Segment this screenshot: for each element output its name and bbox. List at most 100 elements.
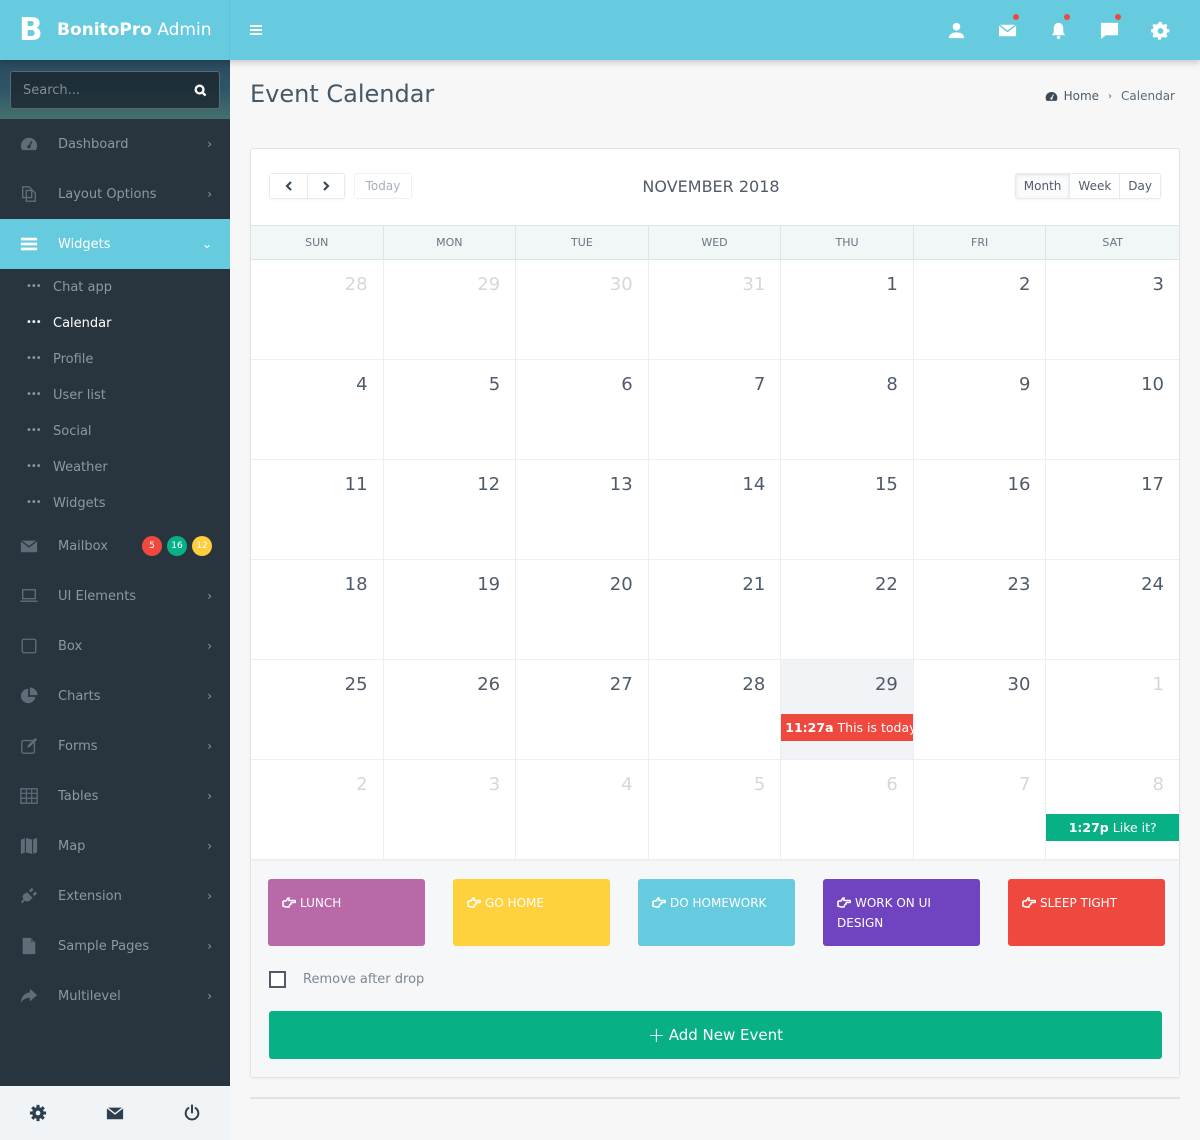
day-cell[interactable]: 5 — [648, 760, 782, 860]
sidebar-item-charts[interactable]: Charts › — [0, 671, 230, 721]
dash-bullet-icon: ••• — [26, 461, 42, 472]
sidebar-item-forms[interactable]: Forms › — [0, 721, 230, 771]
day-cell[interactable]: 1 — [781, 260, 914, 360]
notifications-button[interactable] — [1033, 0, 1084, 60]
day-cell[interactable]: 17 — [1046, 460, 1179, 560]
remove-after-drop-checkbox[interactable] — [269, 971, 286, 988]
submenu-item-calendar[interactable]: ••• Calendar — [0, 305, 230, 341]
day-cell[interactable]: 3 — [1046, 260, 1179, 360]
submenu-item-user-list[interactable]: ••• User list — [0, 377, 230, 413]
day-cell[interactable]: 28 — [648, 660, 782, 760]
day-cell-today[interactable]: 29 11:27aThis is today check date — [781, 660, 914, 760]
calendar-event[interactable]: 11:27aThis is today check date — [781, 714, 913, 741]
day-cell[interactable]: 28 — [251, 260, 384, 360]
sidebar-item-widgets[interactable]: Widgets ⌄ — [0, 219, 230, 269]
submenu-item-widgets[interactable]: ••• Widgets — [0, 485, 230, 521]
sidebar-toggle-button[interactable] — [250, 25, 262, 35]
day-cell[interactable]: 25 — [251, 660, 384, 760]
day-cell[interactable]: 26 — [383, 660, 517, 760]
calendar-event[interactable]: 1:27p Like it? — [1046, 814, 1179, 841]
day-cell[interactable]: 9 — [913, 360, 1047, 460]
day-cell[interactable]: 30 — [516, 260, 649, 360]
dashboard-icon — [1045, 91, 1057, 101]
view-month-button[interactable]: Month — [1015, 174, 1070, 198]
day-cell[interactable]: 2 — [913, 260, 1047, 360]
footer-mail-button[interactable] — [95, 1093, 135, 1133]
sidebar-item-tables[interactable]: Tables › — [0, 771, 230, 821]
power-icon — [184, 1104, 199, 1121]
messages-button[interactable] — [982, 0, 1033, 60]
submenu-item-profile[interactable]: ••• Profile — [0, 341, 230, 377]
day-cell[interactable]: 29 — [383, 260, 517, 360]
day-cell[interactable]: 13 — [516, 460, 649, 560]
draggable-event-lunch[interactable]: LUNCH — [268, 879, 425, 946]
day-cell[interactable]: 14 — [648, 460, 782, 560]
table-icon — [19, 787, 39, 805]
day-cell[interactable]: 22 — [781, 560, 914, 660]
day-cell[interactable]: 8 1:27p Like it? — [1046, 760, 1179, 860]
day-number: 25 — [344, 674, 368, 695]
day-cell[interactable]: 12 — [383, 460, 517, 560]
day-cell[interactable]: 19 — [383, 560, 517, 660]
sidebar-item-dashboard[interactable]: Dashboard › — [0, 119, 230, 169]
day-cell[interactable]: 1 — [1046, 660, 1179, 760]
submenu-item-weather[interactable]: ••• Weather — [0, 449, 230, 485]
draggable-event-go-home[interactable]: GO HOME — [453, 879, 610, 946]
draggable-event-do-homework[interactable]: DO HOMEWORK — [638, 879, 795, 946]
sidebar-item-extension[interactable]: Extension › — [0, 871, 230, 921]
sidebar-item-label: Mailbox — [58, 538, 108, 554]
day-cell[interactable]: 4 — [516, 760, 649, 860]
day-cell[interactable]: 10 — [1046, 360, 1179, 460]
day-cell[interactable]: 8 — [781, 360, 914, 460]
day-cell[interactable]: 6 — [781, 760, 914, 860]
day-cell[interactable]: 18 — [251, 560, 384, 660]
day-cell[interactable]: 11 — [251, 460, 384, 560]
day-cell[interactable]: 20 — [516, 560, 649, 660]
search-input[interactable] — [23, 82, 194, 98]
hand-pointer-icon — [837, 894, 852, 908]
day-cell[interactable]: 4 — [251, 360, 384, 460]
footer-logout-button[interactable] — [172, 1093, 212, 1133]
event-time: 1:27p — [1068, 820, 1109, 835]
day-cell[interactable]: 6 — [516, 360, 649, 460]
sidebar-item-label: Extension — [58, 888, 122, 904]
brand-logo[interactable]: B BonitoPro Admin — [0, 0, 230, 60]
sidebar-item-ui-elements[interactable]: UI Elements › — [0, 571, 230, 621]
view-week-button[interactable]: Week — [1069, 174, 1120, 198]
chat-button[interactable] — [1084, 0, 1135, 60]
sidebar-item-layout-options[interactable]: Layout Options › — [0, 169, 230, 219]
day-cell[interactable]: 23 — [913, 560, 1047, 660]
submenu-item-chat-app[interactable]: ••• Chat app — [0, 269, 230, 305]
draggable-event-sleep-tight[interactable]: SLEEP TIGHT — [1008, 879, 1165, 946]
day-cell[interactable]: 31 — [648, 260, 782, 360]
sidebar-item-mailbox[interactable]: Mailbox 5 16 12 — [0, 521, 230, 571]
day-cell[interactable]: 7 — [913, 760, 1047, 860]
submenu-item-social[interactable]: ••• Social — [0, 413, 230, 449]
day-cell[interactable]: 3 — [383, 760, 517, 860]
user-button[interactable] — [931, 0, 982, 60]
day-cell[interactable]: 7 — [648, 360, 782, 460]
day-cell[interactable]: 27 — [516, 660, 649, 760]
day-cell[interactable]: 24 — [1046, 560, 1179, 660]
day-number: 29 — [874, 674, 898, 695]
breadcrumb-home-link[interactable]: Home — [1064, 89, 1099, 103]
settings-button[interactable] — [1135, 0, 1186, 60]
draggable-event-work-on-ui-design[interactable]: WORK ON UI DESIGN — [823, 879, 980, 946]
day-cell[interactable]: 30 — [913, 660, 1047, 760]
day-cell[interactable]: 2 — [251, 760, 384, 860]
day-cell[interactable]: 15 — [781, 460, 914, 560]
day-cell[interactable]: 21 — [648, 560, 782, 660]
day-cell[interactable]: 16 — [913, 460, 1047, 560]
view-day-button[interactable]: Day — [1119, 174, 1160, 198]
day-cell[interactable]: 5 — [383, 360, 517, 460]
sidebar-item-multilevel[interactable]: Multilevel › — [0, 971, 230, 1021]
sidebar-item-map[interactable]: Map › — [0, 821, 230, 871]
sidebar-item-box[interactable]: Box › — [0, 621, 230, 671]
count-badge: 5 — [142, 536, 162, 556]
remove-after-drop-label[interactable]: Remove after drop — [303, 972, 424, 987]
footer-settings-button[interactable] — [18, 1093, 58, 1133]
add-new-event-button[interactable]: + Add New Event — [269, 1011, 1162, 1059]
sidebar-item-sample-pages[interactable]: Sample Pages › — [0, 921, 230, 971]
gear-icon — [1151, 21, 1170, 40]
search-icon[interactable] — [194, 84, 207, 97]
